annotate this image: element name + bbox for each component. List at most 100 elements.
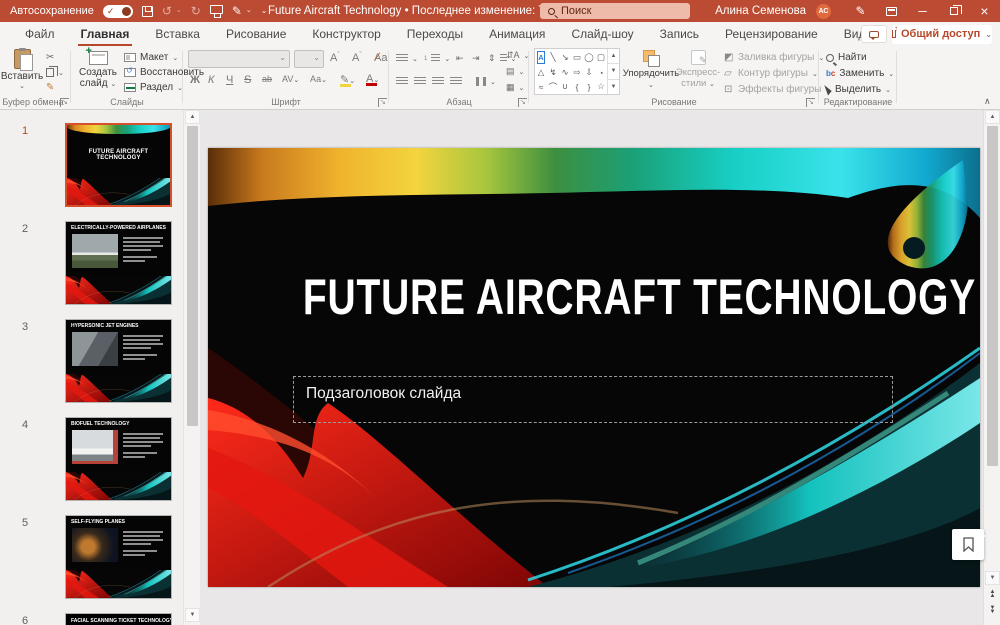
bold-button[interactable]: Ж (190, 74, 200, 86)
tab-Рецензирование[interactable]: Рецензирование (712, 22, 831, 46)
scroll-up-icon[interactable]: ▲ (185, 110, 200, 124)
text-shadow-button[interactable]: ab (262, 74, 272, 84)
align-center-button[interactable] (414, 74, 426, 89)
shape-item-16[interactable]: } (583, 80, 595, 94)
highlight-color-button[interactable]: ✎⌄ (340, 73, 355, 86)
find-button[interactable]: Найти (826, 50, 867, 65)
user-name[interactable]: Алина Семенова (715, 5, 806, 17)
shape-item-15[interactable]: { (571, 80, 583, 94)
minimize-button[interactable]: ─ (907, 0, 938, 22)
shape-outline-button[interactable]: ▱Контур фигуры⌄ (724, 66, 818, 81)
shape-item-7[interactable]: ↯ (547, 66, 559, 79)
search-input[interactable]: Поиск (540, 3, 690, 19)
align-text-button[interactable]: ▤⌄ (506, 64, 524, 79)
collapse-ribbon-icon[interactable]: ∧ (984, 96, 991, 107)
tab-Переходы[interactable]: Переходы (394, 22, 476, 46)
scroll-up-icon[interactable]: ▲ (985, 110, 1000, 124)
avatar[interactable]: АС (816, 4, 831, 19)
shape-item-8[interactable]: ∿ (559, 66, 571, 79)
ink-chevron-icon[interactable]: ⌄ (246, 0, 252, 22)
slide-title[interactable]: FUTURE AIRCRAFT TECHNOLOGY (208, 268, 980, 326)
paragraph-dialog-launcher-icon[interactable] (518, 98, 527, 107)
ribbon-display-options-icon[interactable] (876, 0, 907, 22)
font-name-select[interactable] (188, 50, 290, 68)
section-button[interactable]: Раздел⌄ (124, 80, 183, 95)
quick-styles-button[interactable]: Экспресс-стили ⌄ (676, 48, 720, 96)
slide-thumbnail[interactable]: 6 FACIAL SCANNING TICKET TECHNOLOGY FACI… (0, 613, 183, 625)
tab-Запись[interactable]: Запись (647, 22, 712, 46)
clear-formatting-button[interactable]: Аa⁄ (374, 52, 387, 64)
new-slide-button[interactable]: Создатьслайд ⌄ (76, 48, 120, 96)
shape-item-6[interactable]: △ (535, 66, 547, 79)
slide-thumbnail[interactable]: 5 SELF-FLYING PLANES SELF-FLYING PLANES (0, 515, 183, 599)
shapes-scroll-up-icon[interactable]: ▲ (608, 49, 619, 63)
align-right-button[interactable] (432, 74, 444, 89)
subtitle-placeholder[interactable]: Подзаголовок слайда (293, 376, 893, 423)
slide-thumbnail[interactable]: 1 FUTURE AIRCRAFT TECHNOLOGY FUTURE AIRC… (0, 123, 183, 207)
underline-button[interactable]: Ч (226, 74, 233, 86)
arrange-button[interactable]: Упорядочить⌄ (622, 48, 680, 96)
paste-button[interactable]: Вставить⌄ (4, 48, 40, 96)
tab-Главная[interactable]: Главная (68, 22, 143, 46)
thumbnail-preview[interactable]: HYPERSONIC JET ENGINES HYPERSONIC JET EN… (65, 319, 172, 403)
shape-item-2[interactable]: ↘ (559, 49, 571, 66)
decrease-indent-button[interactable]: ⇤ (456, 51, 464, 66)
text-direction-button[interactable]: ⇵А⌄ (506, 48, 529, 63)
tab-Анимация[interactable]: Анимация (476, 22, 558, 46)
slide-canvas[interactable]: FUTURE AIRCRAFT TECHNOLOGY Подзаголовок … (208, 148, 980, 587)
slide-thumbnail[interactable]: 4 BIOFUEL TECHNOLOGY BIOFUEL TECHNOLOGY (0, 417, 183, 501)
drawing-dialog-launcher-icon[interactable] (806, 98, 815, 107)
undo-icon[interactable]: ↺ (162, 0, 172, 22)
next-slide-button[interactable]: ▼▼ (985, 603, 1000, 617)
share-button[interactable]: Общий доступ ⌄ (892, 25, 992, 44)
increase-indent-button[interactable]: ⇥ (472, 51, 480, 66)
shape-item-9[interactable]: ⇨ (571, 66, 583, 79)
tab-Рисование[interactable]: Рисование (213, 22, 299, 46)
replace-button[interactable]: bcЗаменить⌄ (826, 66, 894, 81)
thumbnail-preview[interactable]: FUTURE AIRCRAFT TECHNOLOGY FUTURE AIRCRA… (65, 123, 172, 207)
tab-Слайд-шоу[interactable]: Слайд-шоу (558, 22, 646, 46)
tab-Конструктор[interactable]: Конструктор (299, 22, 393, 46)
undo-chevron-icon[interactable]: ⌄ (176, 0, 182, 22)
shapes-more-icon[interactable]: ▼ (608, 80, 619, 94)
shape-fill-button[interactable]: ◩Заливка фигуры⌄ (724, 50, 824, 65)
character-spacing-button[interactable]: AV⌄ (282, 74, 299, 84)
shape-item-5[interactable]: ▢ (595, 49, 607, 66)
slide-thumbnail[interactable]: 3 HYPERSONIC JET ENGINES HYPERSONIC JET … (0, 319, 183, 403)
italic-button[interactable]: К (208, 74, 214, 86)
shape-item-0[interactable]: A (537, 51, 545, 64)
justify-button[interactable] (450, 74, 462, 89)
shape-item-1[interactable]: ╲ (547, 49, 559, 66)
ink-pen-icon[interactable]: ✎ (232, 0, 242, 22)
redo-icon[interactable]: ↻ (191, 0, 201, 22)
shrink-font-button[interactable]: Aˇ (352, 52, 362, 64)
shape-item-14[interactable]: ∪ (559, 80, 571, 94)
columns-button[interactable]: ⌄ (476, 74, 496, 89)
shapes-scroll-down-icon[interactable]: ▼ (608, 63, 619, 79)
format-painter-button[interactable]: ✎ (46, 80, 54, 95)
save-icon[interactable] (142, 6, 153, 17)
font-size-select[interactable] (294, 50, 324, 68)
shape-item-13[interactable]: ⌒ (547, 80, 559, 94)
shape-item-17[interactable]: ☆ (595, 80, 607, 94)
bullets-button[interactable]: ⌄ (396, 51, 418, 66)
start-slideshow-icon[interactable] (210, 5, 223, 14)
select-button[interactable]: Выделить⌄ (826, 82, 891, 97)
copy-button[interactable]: ⌄ (46, 65, 64, 80)
close-button[interactable]: × (969, 0, 1000, 22)
shape-item-11[interactable]: ◔ (595, 66, 607, 79)
pen-mode-icon[interactable]: ✎ (845, 0, 876, 22)
thumbnail-preview[interactable]: BIOFUEL TECHNOLOGY BIOFUEL TECHNOLOGY (65, 417, 172, 501)
thumbnail-preview[interactable]: ELECTRICALLY-POWERED AIRPLANES ELECTRICA… (65, 221, 172, 305)
shape-item-10[interactable]: ⇩ (583, 66, 595, 79)
scrollbar-thumb[interactable] (187, 126, 198, 426)
scroll-down-icon[interactable]: ▼ (185, 608, 200, 622)
restore-button[interactable] (938, 0, 969, 22)
slide-scrollbar[interactable]: ▲ ▼ ▲▲ ▼▼ (983, 110, 1000, 625)
strikethrough-button[interactable]: S (244, 74, 251, 86)
change-case-button[interactable]: Аа⌄ (310, 74, 327, 84)
clipboard-dialog-launcher-icon[interactable] (60, 98, 69, 107)
customize-qat-icon[interactable]: ⌄ (261, 0, 268, 22)
align-left-button[interactable] (396, 74, 408, 89)
shape-effects-button[interactable]: ⊡Эффекты фигуры⌄ (724, 82, 831, 97)
